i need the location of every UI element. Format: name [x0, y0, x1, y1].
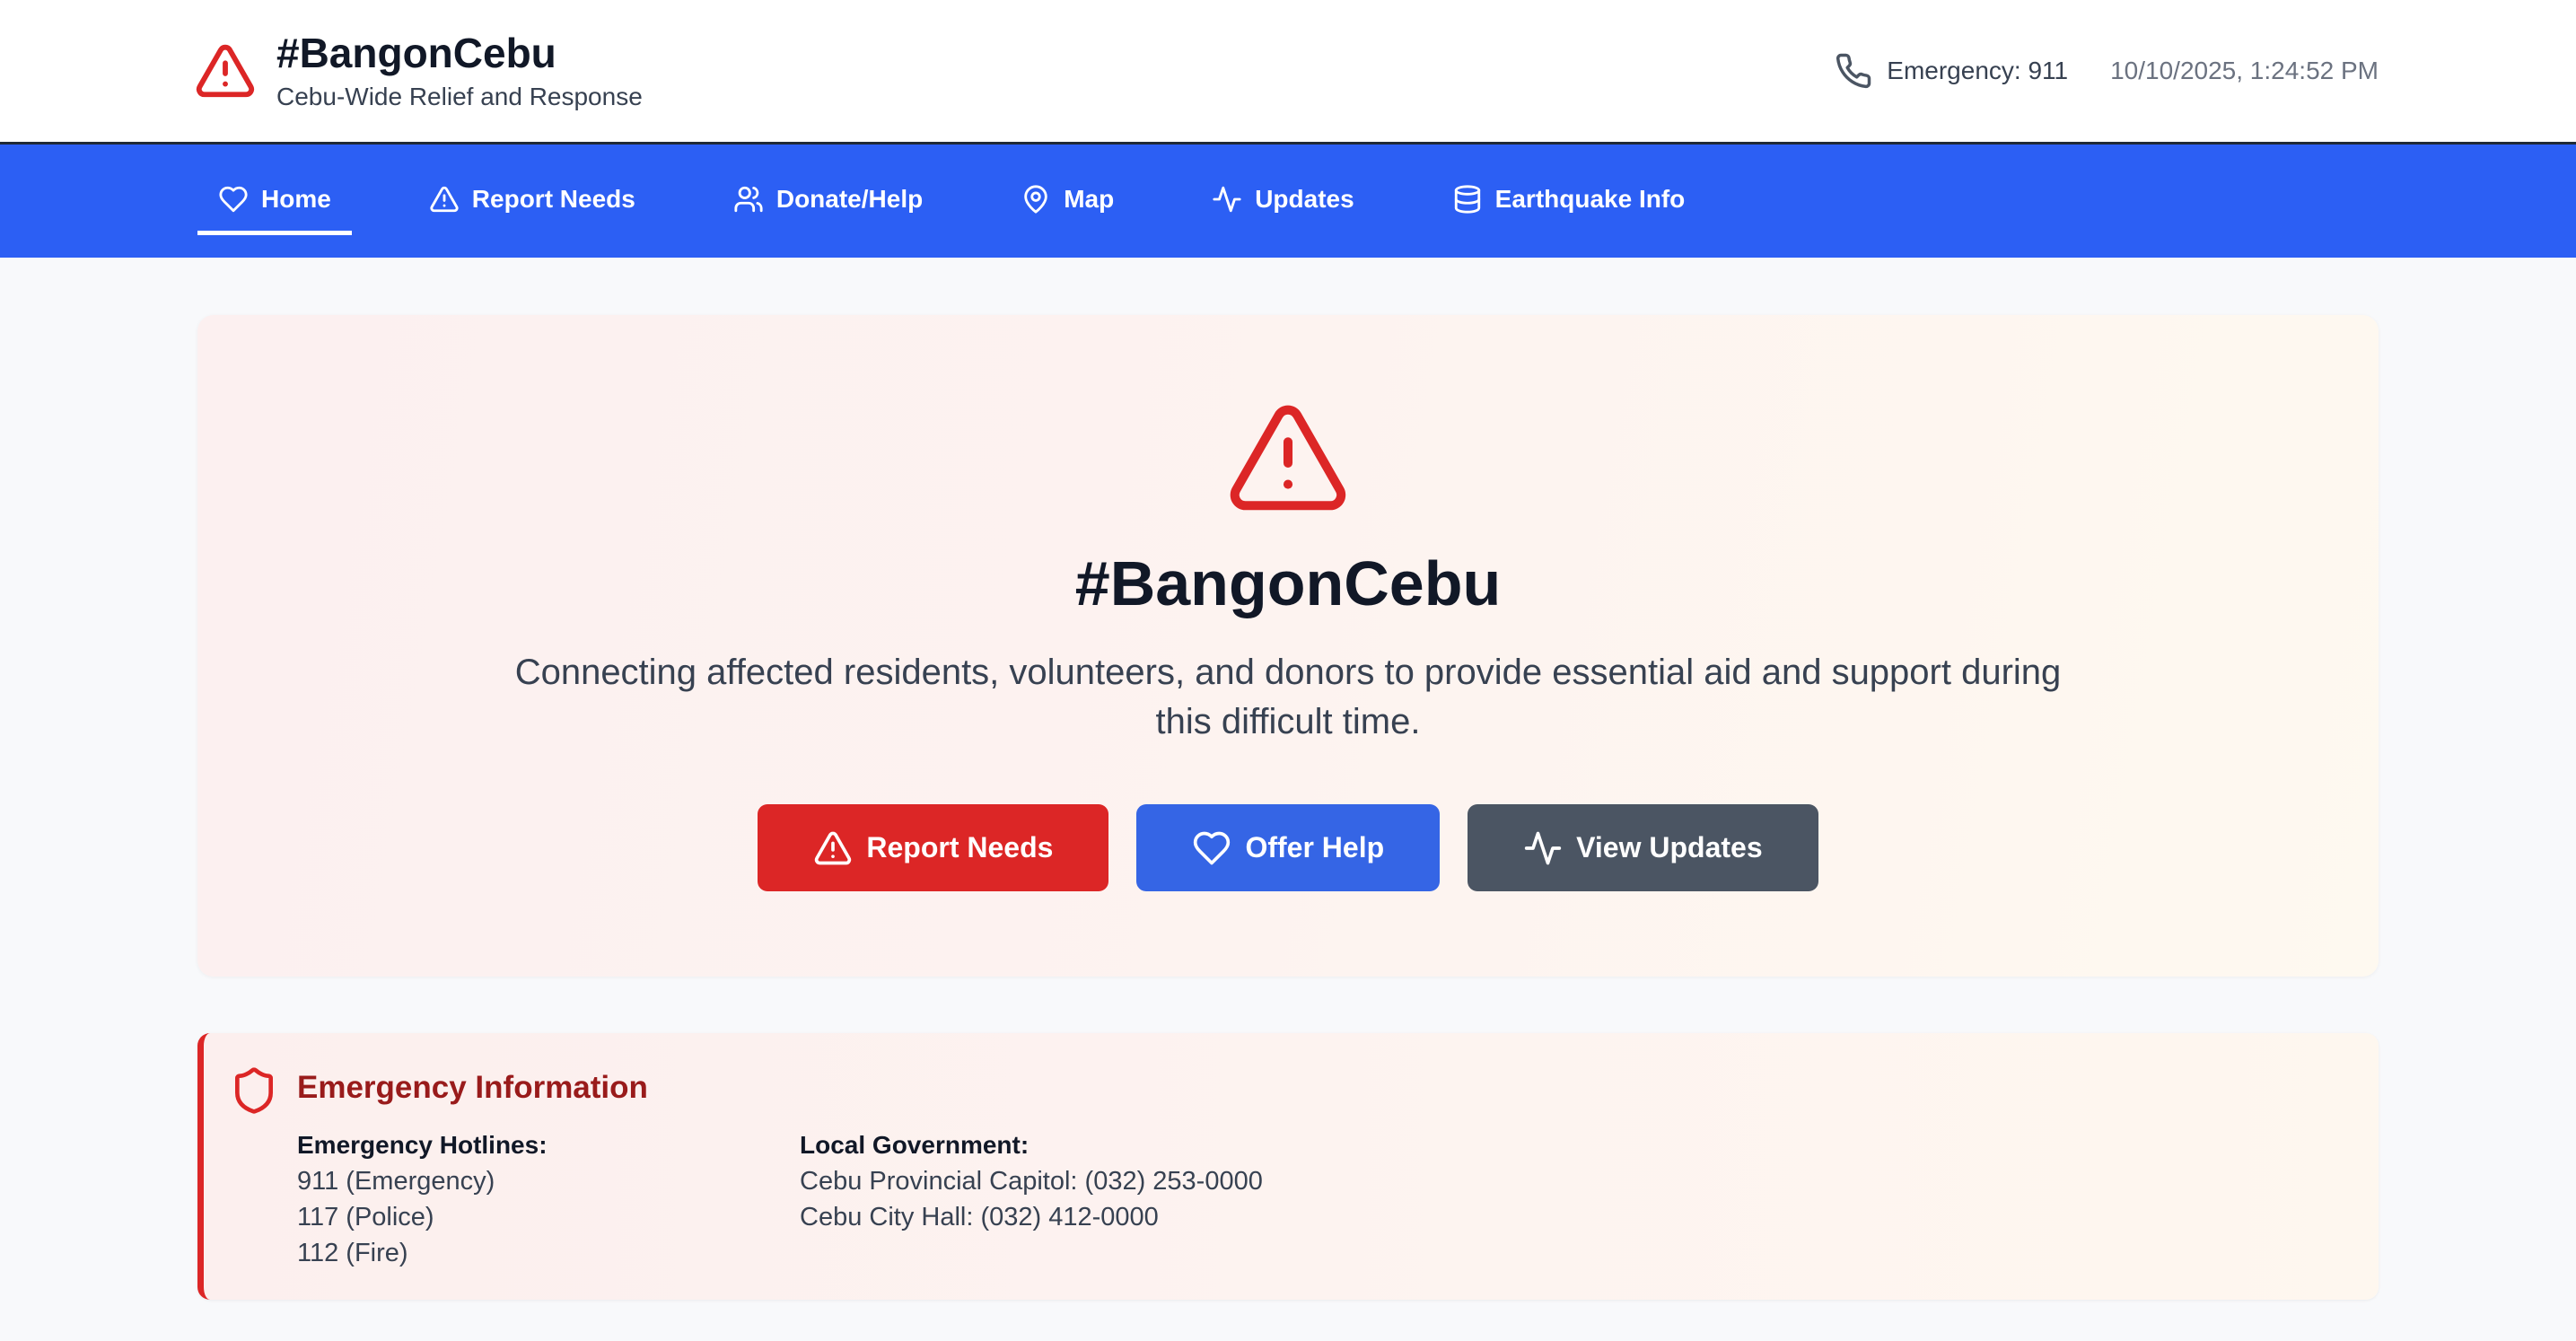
hero-description: Connecting affected residents, volunteer…: [514, 653, 2062, 741]
alert-triangle-icon: [815, 831, 852, 864]
nav-item-donate-help[interactable]: Donate/Help: [713, 167, 943, 235]
hotlines-column: Emergency Hotlines: 911 (Emergency) 117 …: [297, 1127, 800, 1271]
nav-item-earthquake-info[interactable]: Earthquake Info: [1432, 167, 1706, 235]
nav-item-label: Earthquake Info: [1494, 184, 1686, 213]
emergency-columns: Emergency Hotlines: 911 (Emergency) 117 …: [297, 1127, 1302, 1271]
activity-icon: [1524, 831, 1562, 864]
hotlines-heading: Emergency Hotlines:: [297, 1131, 548, 1159]
alert-triangle-icon: [430, 186, 459, 212]
view-updates-button[interactable]: View Updates: [1468, 804, 1818, 891]
hero-banner: #BangonCebu Connecting affected resident…: [197, 315, 2379, 977]
government-contact[interactable]: Cebu Provincial Capitol: (032) 253-0000: [800, 1163, 1302, 1199]
database-icon: [1454, 184, 1480, 214]
heart-icon: [1194, 831, 1231, 864]
hero-title: #BangonCebu: [1074, 548, 1502, 618]
government-contact[interactable]: Cebu City Hall: (032) 412-0000: [800, 1199, 1302, 1235]
hero-actions: Report Needs Offer Help View Updates: [197, 804, 2379, 891]
site-title: #BangonCebu: [276, 30, 556, 76]
nav-item-label: Updates: [1255, 184, 1354, 213]
main-content: #BangonCebu Connecting affected resident…: [0, 258, 2576, 1300]
nav-item-updates[interactable]: Updates: [1191, 167, 1374, 235]
government-column: Local Government: Cebu Provincial Capito…: [800, 1127, 1302, 1271]
site-subtitle: Cebu-Wide Relief and Response: [276, 83, 643, 110]
hotline-item[interactable]: 112 (Fire): [297, 1235, 800, 1271]
site-header: #BangonCebu Cebu-Wide Relief and Respons…: [0, 0, 2576, 145]
shield-icon: [235, 1067, 273, 1114]
phone-icon: [1836, 53, 1871, 89]
heart-icon: [219, 186, 248, 212]
emergency-info-card: Emergency Information Emergency Hotlines…: [197, 1033, 2379, 1300]
users-icon: [734, 186, 763, 212]
header-bar: #BangonCebu Cebu-Wide Relief and Respons…: [196, 0, 2379, 142]
emergency-content: Emergency Information Emergency Hotlines…: [297, 1068, 1302, 1271]
offer-help-button[interactable]: Offer Help: [1136, 804, 1441, 891]
nav-item-home[interactable]: Home: [197, 167, 352, 235]
button-label: View Updates: [1576, 831, 1763, 863]
emergency-title: Emergency Information: [297, 1070, 648, 1105]
activity-icon: [1213, 186, 1241, 212]
nav-item-report-needs[interactable]: Report Needs: [408, 167, 656, 235]
report-needs-button[interactable]: Report Needs: [758, 804, 1109, 891]
header-info: Emergency: 911 10/10/2025, 1:24:52 PM: [1835, 52, 2379, 90]
nav-item-label: Donate/Help: [775, 184, 924, 213]
hotline-item[interactable]: 117 (Police): [297, 1199, 800, 1235]
map-pin-icon: [1024, 184, 1047, 214]
brand[interactable]: #BangonCebu Cebu-Wide Relief and Respons…: [196, 29, 643, 113]
alert-triangle-icon: [196, 44, 255, 98]
button-label: Offer Help: [1245, 831, 1385, 863]
main-nav: Home Report Needs Donate/Help Map Update…: [0, 145, 2576, 258]
brand-text: #BangonCebu Cebu-Wide Relief and Respons…: [276, 29, 643, 113]
emergency-hotline[interactable]: Emergency: 911: [1887, 55, 2068, 87]
government-heading: Local Government:: [800, 1131, 1030, 1159]
current-datetime: 10/10/2025, 1:24:52 PM: [2110, 57, 2379, 84]
nav-item-map[interactable]: Map: [1000, 167, 1135, 235]
nav-items: Home Report Needs Donate/Help Map Update…: [197, 145, 2379, 258]
nav-item-label: Home: [261, 184, 331, 213]
nav-item-label: Map: [1064, 184, 1115, 213]
button-label: Report Needs: [866, 831, 1054, 863]
nav-item-label: Report Needs: [471, 184, 635, 213]
alert-triangle-icon: [1230, 405, 1346, 511]
hotline-item[interactable]: 911 (Emergency): [297, 1163, 800, 1199]
